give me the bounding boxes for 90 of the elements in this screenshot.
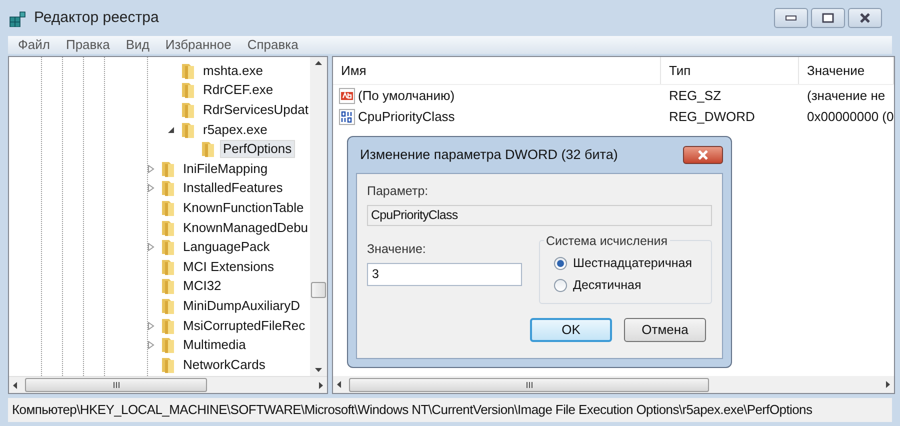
horizontal-scrollbar[interactable]	[9, 376, 327, 393]
folder-icon	[159, 218, 177, 237]
close-icon	[859, 13, 871, 23]
expand-arrow-icon[interactable]	[147, 184, 155, 192]
radio-label: Шестнадцатеричная	[573, 255, 692, 272]
folder-icon	[159, 198, 177, 217]
value-label: Значение:	[367, 240, 427, 258]
tree-item[interactable]: RdrCEF.exe	[200, 81, 276, 100]
maximize-icon	[822, 13, 834, 23]
value-data: 0x00000000 (0	[806, 108, 894, 126]
maximize-button[interactable]	[811, 8, 845, 28]
folder-icon	[159, 160, 177, 178]
grip-icon	[526, 382, 532, 388]
tree-item[interactable]: LanguagePack	[180, 238, 273, 256]
tree-item[interactable]: IniFileMapping	[180, 160, 271, 178]
parameter-field: CpuPriorityClass	[367, 204, 712, 226]
tree-item[interactable]: Multimedia	[180, 336, 249, 354]
status-path: Компьютер\HKEY_LOCAL_MACHINE\SOFTWARE\Microsoft\Windows NT\CurrentVersion\Image File Execution Options\r5apex.exe\PerfOptions	[12, 401, 812, 420]
folder-icon	[159, 356, 177, 374]
parameter-label: Параметр:	[367, 183, 430, 200]
tree-item[interactable]: KnownManagedDebu	[180, 218, 310, 237]
radio-button[interactable]	[554, 279, 567, 292]
folder-icon	[159, 179, 177, 198]
vertical-scrollbar[interactable]	[310, 57, 327, 376]
folder-icon	[159, 277, 177, 296]
tree-item[interactable]: InstalledFeatures	[180, 179, 286, 198]
tree-item[interactable]: NetworkCards	[180, 356, 268, 374]
tree-item[interactable]: r5apex.exe	[200, 120, 270, 139]
close-icon	[697, 150, 709, 160]
value-field[interactable]: 3	[367, 262, 522, 286]
value-name: CpuPriorityClass	[358, 108, 455, 126]
tree-item[interactable]: MsiCorruptedFileRec	[180, 316, 308, 335]
menu-item[interactable]: Справка	[247, 35, 298, 55]
tree-item[interactable]: MCI Extensions	[180, 258, 278, 276]
minimize-icon	[785, 15, 797, 21]
close-button[interactable]	[683, 146, 723, 164]
expand-arrow-icon[interactable]	[147, 322, 155, 330]
value-name: (По умолчанию)	[358, 86, 455, 105]
tree-item[interactable]: KnownFunctionTable	[180, 198, 307, 217]
tree-item[interactable]: MiniDumpAuxiliaryD	[180, 296, 304, 315]
tree-item[interactable]: RdrServicesUpdat	[200, 100, 310, 119]
folder-icon	[179, 81, 197, 100]
minimize-button[interactable]	[774, 8, 808, 28]
menu-item[interactable]: Вид	[126, 35, 150, 55]
column-header[interactable]: Тип	[661, 57, 799, 84]
dialog-title: Изменение параметра DWORD (32 бита)	[359, 146, 618, 164]
close-button[interactable]	[848, 8, 882, 28]
scroll-left-icon[interactable]	[13, 382, 17, 388]
scrollbar-thumb[interactable]	[25, 378, 207, 392]
value-type: REG_SZ	[668, 86, 722, 105]
binary-value-icon	[339, 108, 355, 124]
value-type: REG_DWORD	[668, 108, 756, 126]
grip-icon	[112, 382, 120, 388]
menu-item[interactable]: Файл	[18, 35, 50, 55]
value-data: (значение не	[806, 86, 886, 105]
folder-icon	[159, 296, 177, 315]
folder-icon	[179, 120, 197, 139]
tree-item[interactable]: MCI32	[180, 277, 224, 296]
menu-item[interactable]: Правка	[66, 35, 110, 55]
window-title: Редактор реестра	[34, 8, 159, 28]
scroll-up-icon[interactable]	[315, 61, 322, 65]
column-header[interactable]: Имя	[333, 57, 661, 84]
scrollbar-thumb[interactable]	[349, 378, 709, 392]
scroll-right-icon[interactable]	[319, 382, 323, 388]
registry-app-icon	[8, 9, 28, 27]
text-value-icon	[339, 88, 355, 104]
expand-arrow-icon[interactable]	[147, 164, 155, 173]
tree-item[interactable]: PerfOptions	[220, 140, 295, 158]
tree-item[interactable]: mshta.exe	[200, 62, 266, 80]
dialog-button[interactable]: OK	[530, 318, 612, 342]
scroll-down-icon[interactable]	[315, 368, 322, 372]
folder-icon	[159, 238, 177, 256]
folder-icon	[159, 258, 177, 276]
scroll-right-icon[interactable]	[886, 381, 890, 388]
menu-item[interactable]: Избранное	[165, 35, 232, 55]
folder-icon	[199, 140, 217, 158]
column-header[interactable]: Значение	[799, 57, 894, 84]
radio-label: Десятичная	[573, 277, 642, 294]
folder-icon	[179, 100, 197, 119]
scroll-left-icon[interactable]	[337, 381, 341, 388]
collapse-arrow-icon[interactable]	[167, 126, 175, 134]
expand-arrow-icon[interactable]	[147, 341, 155, 350]
horizontal-scrollbar[interactable]	[333, 376, 894, 393]
expand-arrow-icon[interactable]	[147, 243, 155, 252]
dialog-button[interactable]: Отмена	[624, 318, 706, 342]
radio-button[interactable]	[554, 257, 567, 270]
folder-icon	[159, 316, 177, 335]
folder-icon	[179, 62, 197, 80]
folder-icon	[159, 336, 177, 354]
scrollbar-thumb[interactable]	[311, 282, 326, 298]
